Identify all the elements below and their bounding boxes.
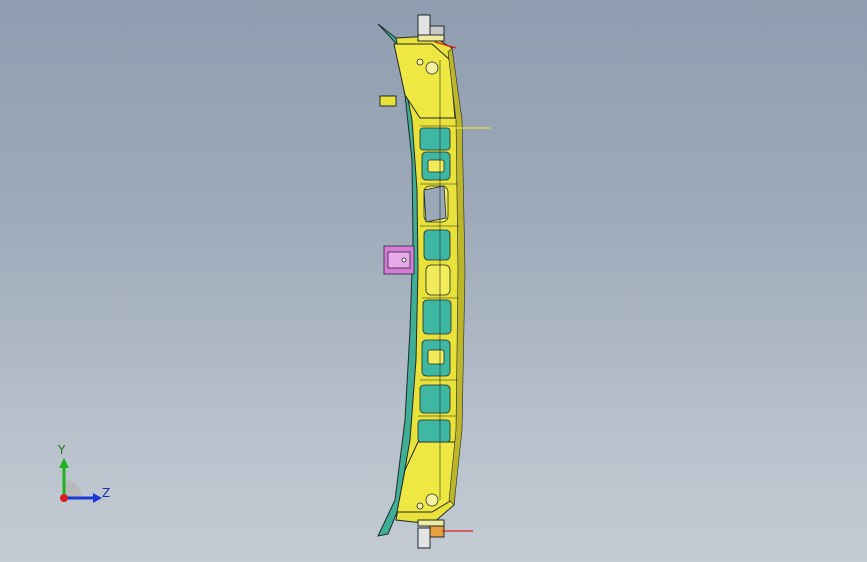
bottom-mount-bracket xyxy=(417,519,445,549)
panel xyxy=(425,264,451,296)
panel xyxy=(427,349,445,365)
pocket xyxy=(419,127,451,151)
magenta-bracket xyxy=(383,245,415,275)
pocket xyxy=(423,229,451,261)
hole xyxy=(416,502,424,510)
pocket xyxy=(422,299,452,335)
y-axis-label: Y xyxy=(58,443,66,457)
z-axis-label: Z xyxy=(102,486,111,500)
bumper-beam-model[interactable] xyxy=(0,0,867,562)
triad-axes-icon xyxy=(59,458,102,503)
pocket xyxy=(419,384,451,414)
pocket xyxy=(417,419,451,443)
graphics-viewport[interactable]: Y Z xyxy=(0,0,867,562)
coordinate-triad: Y Z xyxy=(40,430,130,520)
panel xyxy=(427,159,445,173)
top-mount-bracket xyxy=(417,14,445,42)
hole xyxy=(416,58,424,66)
clip-tab xyxy=(379,95,397,107)
hole xyxy=(425,61,439,75)
cutout xyxy=(423,185,447,223)
hole xyxy=(425,493,439,507)
